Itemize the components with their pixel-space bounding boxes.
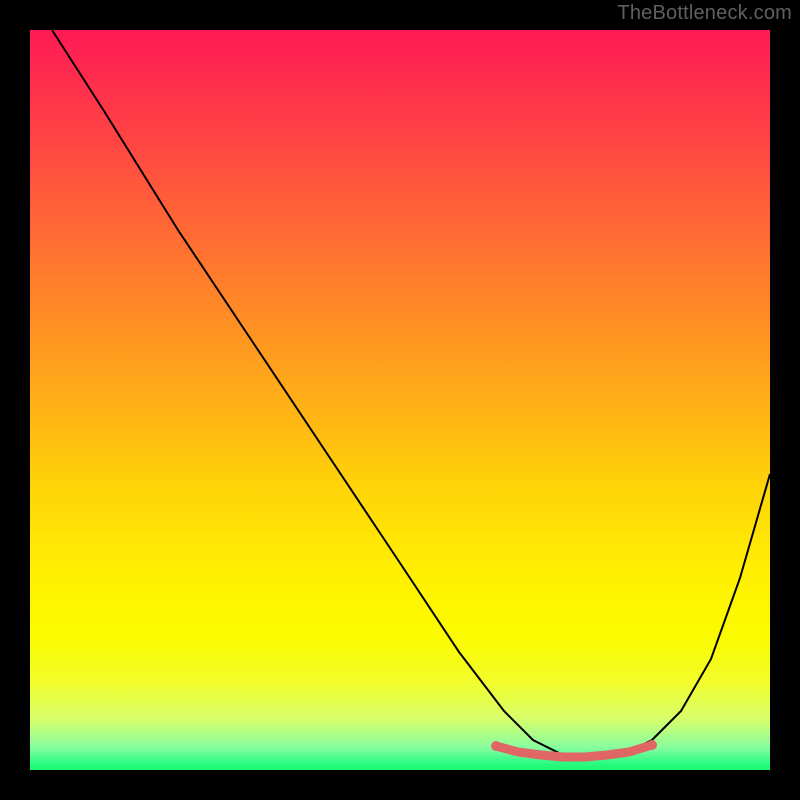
bottleneck-curve <box>52 30 770 756</box>
optimal-marker-dot-left <box>491 741 501 751</box>
plot-area <box>30 30 770 770</box>
optimal-range-marker <box>496 745 652 757</box>
optimal-marker-dot-right <box>647 740 657 750</box>
watermark-text: TheBottleneck.com <box>617 2 792 25</box>
chart-container: TheBottleneck.com <box>0 0 800 800</box>
curve-overlay <box>30 30 770 770</box>
